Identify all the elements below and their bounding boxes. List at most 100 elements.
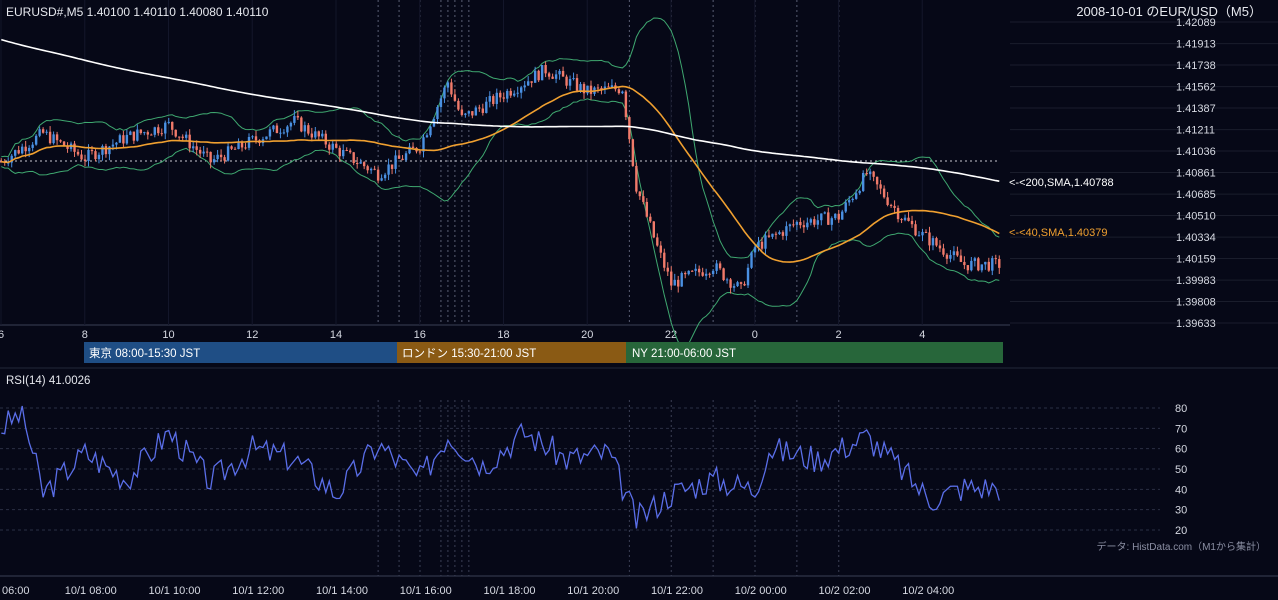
candle-body	[373, 168, 376, 170]
candle-body	[684, 273, 687, 275]
price-tick-label: 1.39983	[1176, 275, 1216, 287]
candle-body	[935, 238, 938, 246]
candle-body	[90, 149, 94, 152]
candle-body	[397, 155, 401, 159]
candle-body	[704, 273, 708, 276]
candle-body	[666, 267, 669, 272]
bottom-time-tick: 10/1 18:00	[484, 585, 536, 597]
candle-body	[959, 255, 963, 262]
upper-time-tick: 10	[162, 329, 174, 341]
candle-body	[345, 149, 348, 151]
session-label-ny: NY 21:00-06:00 JST	[632, 348, 736, 360]
candle-body	[844, 202, 847, 212]
candle-body	[917, 235, 921, 237]
bottom-time-tick: 10/1 16:00	[400, 585, 452, 597]
candle-body	[998, 259, 1001, 268]
upper-time-tick: 18	[497, 329, 509, 341]
candle-body	[48, 131, 52, 144]
candle-body	[282, 132, 286, 134]
candle-body	[764, 235, 767, 249]
rsi-tick-label: 60	[1175, 444, 1187, 456]
candle-body	[87, 149, 90, 162]
sma200-label: <-<200,SMA,1.40788	[1009, 177, 1114, 189]
candle-body	[387, 164, 390, 175]
candle-body	[181, 136, 184, 138]
price-tick-label: 1.41913	[1176, 39, 1216, 51]
candle-body	[495, 92, 498, 104]
price-tick-label: 1.40685	[1176, 189, 1216, 201]
candle-body	[457, 100, 460, 110]
candle-body	[178, 136, 181, 138]
candle-body	[970, 260, 973, 271]
sma40-line	[1, 85, 1000, 263]
bottom-time-tick: 10/1 10:00	[149, 585, 201, 597]
candle-body	[331, 143, 334, 150]
candle-body	[411, 146, 415, 148]
candle-body	[537, 70, 540, 81]
candle-body	[708, 273, 711, 275]
rsi-tick-label: 50	[1175, 464, 1187, 476]
candle-body	[59, 140, 62, 142]
candle-body	[94, 151, 97, 160]
candle-body	[425, 135, 429, 138]
candle-body	[55, 134, 59, 141]
upper-time-tick: 6	[0, 329, 4, 341]
candle-body	[746, 267, 750, 286]
upper-time-tick: 2	[835, 329, 841, 341]
candle-body	[453, 94, 457, 101]
candle-body	[767, 235, 771, 237]
candle-body	[980, 264, 984, 271]
candle-body	[586, 85, 589, 94]
candle-body	[506, 90, 509, 99]
candle-body	[268, 129, 272, 137]
candle-body	[722, 268, 725, 281]
candle-body	[558, 70, 561, 75]
candle-body	[677, 279, 680, 287]
candle-body	[628, 117, 631, 140]
candle-body	[111, 144, 115, 147]
candle-body	[171, 121, 174, 130]
candle-body	[321, 133, 324, 137]
bottom-time-tick: 10/1 14:00	[316, 585, 368, 597]
candle-body	[160, 133, 163, 135]
candle-body	[771, 233, 774, 237]
candle-body	[813, 219, 816, 225]
bollinger-upper	[1, 17, 1000, 259]
candle-body	[352, 152, 355, 164]
candle-body	[41, 129, 45, 133]
candle-body	[328, 144, 331, 150]
candle-body	[80, 154, 83, 160]
candle-body	[376, 169, 380, 181]
candle-body	[251, 136, 254, 138]
candle-body	[554, 74, 558, 79]
candle-body	[471, 111, 474, 116]
candle-body	[502, 97, 505, 99]
candle-body	[83, 159, 87, 162]
candle-body	[966, 265, 970, 271]
candle-body	[76, 151, 80, 155]
candle-body	[446, 82, 450, 88]
candle-body	[474, 107, 478, 116]
candle-body	[73, 143, 76, 152]
bollinger-lower	[1, 98, 1000, 347]
candle-body	[802, 225, 806, 228]
bottom-time-tick: 10/2 04:00	[902, 585, 954, 597]
candle-body	[896, 207, 900, 220]
candle-body	[715, 263, 718, 271]
candle-body	[533, 70, 537, 83]
candle-body	[146, 132, 150, 135]
candle-body	[799, 221, 802, 226]
candle-body	[547, 73, 551, 77]
upper-time-tick: 16	[414, 329, 426, 341]
candle-body	[649, 216, 652, 222]
candle-body	[20, 146, 24, 154]
candle-body	[349, 150, 352, 153]
candle-body	[380, 178, 383, 181]
candle-body	[17, 150, 20, 154]
session-label-tokyo: 東京 08:00-15:30 JST	[89, 346, 200, 360]
candle-body	[233, 148, 237, 150]
candle-body	[136, 129, 139, 141]
candle-body	[760, 241, 764, 249]
candle-body	[900, 219, 903, 221]
price-tick-label: 1.40510	[1176, 211, 1216, 223]
